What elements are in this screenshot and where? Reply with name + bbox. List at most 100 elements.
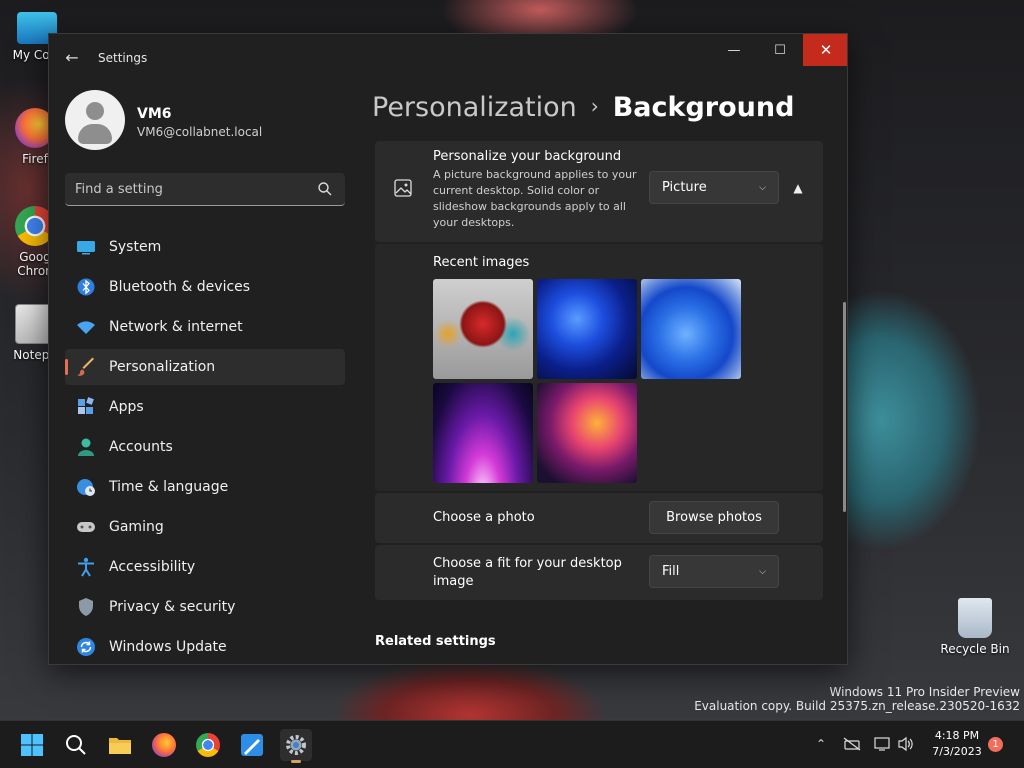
sidebar-item-accessibility[interactable]: Accessibility (65, 549, 345, 585)
background-type-dropdown[interactable]: Picture ⌵ (649, 171, 779, 204)
sidebar-item-bluetooth[interactable]: Bluetooth & devices (65, 269, 345, 305)
personalize-background-card: Personalize your background A picture ba… (375, 141, 823, 242)
recycle-bin-icon (958, 598, 992, 638)
taskbar-paint[interactable] (236, 729, 268, 761)
settings-window: ← Settings — ☐ ✕ VM6 VM6@collabnet.local… (48, 33, 848, 665)
chevron-up-icon[interactable]: ▲ (787, 177, 809, 199)
volume-icon[interactable] (897, 735, 915, 753)
file-explorer-icon (109, 738, 131, 754)
taskbar-chrome[interactable] (192, 729, 224, 761)
start-button[interactable] (16, 729, 48, 761)
recent-image-thumbnail[interactable] (537, 279, 637, 379)
title-bar[interactable]: ← Settings — ☐ ✕ (49, 34, 847, 82)
sidebar-item-personalization[interactable]: Personalization (65, 349, 345, 385)
browse-photos-button[interactable]: Browse photos (649, 501, 779, 534)
gaming-icon (76, 517, 96, 537)
firefox-icon (152, 733, 176, 757)
taskbar-clock[interactable]: 4:18 PM 7/3/2023 (922, 728, 992, 760)
recent-image-thumbnail[interactable] (433, 383, 533, 483)
sidebar-item-label: Gaming (109, 519, 164, 535)
avatar[interactable] (65, 90, 125, 150)
search-icon (66, 735, 86, 755)
sidebar-item-label: Time & language (109, 479, 229, 495)
taskbar-file-explorer[interactable] (104, 729, 136, 761)
fit-dropdown[interactable]: Fill ⌵ (649, 555, 779, 588)
user-email: VM6@collabnet.local (137, 125, 263, 139)
personalize-title: Personalize your background (433, 149, 622, 164)
clock-time: 4:18 PM (934, 729, 980, 742)
window-title: Settings (98, 51, 148, 65)
main-content: Personalization › Background Personalize y… (359, 82, 847, 664)
scrollbar-thumb[interactable] (843, 302, 846, 512)
taskbar-settings[interactable] (280, 729, 312, 763)
sidebar-item-label: Apps (109, 399, 144, 415)
desktop-icon-recycle-bin[interactable]: Recycle Bin (940, 598, 1010, 656)
dropdown-value: Picture (662, 180, 707, 195)
avatar-head (86, 102, 104, 120)
sidebar-item-label: Accounts (109, 439, 173, 455)
breadcrumb-parent[interactable]: Personalization (372, 92, 577, 123)
taskbar-firefox[interactable] (148, 729, 180, 761)
chevron-up-icon: ⌃ (815, 737, 827, 751)
choose-photo-label: Choose a photo (433, 510, 535, 525)
search-box[interactable] (65, 173, 345, 206)
apps-icon (76, 397, 96, 417)
sidebar-item-network[interactable]: Network & internet (65, 309, 345, 345)
search-input[interactable] (75, 173, 305, 205)
network-icon (76, 317, 96, 337)
os-watermark: Windows 11 Pro Insider Preview Evaluatio… (694, 685, 1020, 713)
personalization-icon (76, 357, 96, 377)
avatar-body (78, 124, 112, 144)
display-icon[interactable] (873, 735, 891, 753)
choose-fit-label: Choose a fit for your desktop image (433, 556, 622, 589)
recent-image-thumbnail[interactable] (641, 279, 741, 379)
back-arrow-icon[interactable]: ← (63, 49, 81, 67)
choose-fit-row: Choose a fit for your desktop image Fill… (375, 545, 823, 600)
choose-photo-row: Choose a photo Browse photos (375, 493, 823, 543)
sidebar-item-privacy[interactable]: Privacy & security (65, 589, 345, 625)
bluetooth-icon (76, 277, 96, 297)
minimize-button[interactable]: — (711, 34, 757, 66)
desktop-icon-label: Firef (22, 152, 48, 166)
system-icon (76, 237, 96, 257)
show-hidden-icons-button[interactable]: ⌃ (812, 735, 830, 753)
picture-icon (394, 179, 412, 197)
related-settings-heading: Related settings (375, 634, 496, 649)
breadcrumb: Personalization › Background (372, 92, 794, 123)
watermark-line: Evaluation copy. Build 25375.zn_release.… (694, 699, 1020, 713)
recent-images-card: Recent images (375, 244, 823, 491)
sidebar-item-system[interactable]: System (65, 229, 345, 265)
user-name: VM6 (137, 106, 172, 122)
paint-icon (241, 734, 263, 756)
nav-list: System Bluetooth & devices Network & int… (65, 229, 345, 664)
sidebar: VM6 VM6@collabnet.local System Bluetooth… (49, 82, 359, 664)
recent-image-thumbnail[interactable] (433, 279, 533, 379)
search-icon[interactable] (317, 181, 333, 197)
sidebar-item-accounts[interactable]: Accounts (65, 429, 345, 465)
sidebar-item-label: System (109, 239, 162, 255)
close-button[interactable]: ✕ (803, 34, 847, 66)
taskbar-search-button[interactable] (60, 729, 92, 761)
sidebar-item-label: Accessibility (109, 559, 196, 575)
sidebar-item-label: Personalization (109, 359, 216, 375)
sidebar-item-label: Windows Update (109, 639, 227, 655)
sidebar-item-time-language[interactable]: Time & language (65, 469, 345, 505)
page-title: Background (612, 92, 795, 123)
sidebar-item-label: Network & internet (109, 319, 243, 335)
clock-date: 7/3/2023 (932, 745, 982, 758)
sidebar-item-apps[interactable]: Apps (65, 389, 345, 425)
privacy-icon (76, 597, 96, 617)
accessibility-icon (76, 557, 96, 577)
sidebar-item-windows-update[interactable]: Windows Update (65, 629, 345, 664)
windows-logo-icon (21, 734, 43, 756)
watermark-line: Windows 11 Pro Insider Preview (829, 685, 1020, 699)
recent-image-thumbnail[interactable] (537, 383, 637, 483)
chrome-icon (196, 733, 220, 757)
network-status-icon[interactable] (843, 735, 861, 753)
breadcrumb-separator: › (590, 94, 599, 118)
sidebar-item-gaming[interactable]: Gaming (65, 509, 345, 545)
maximize-button[interactable]: ☐ (757, 34, 803, 66)
dropdown-value: Fill (662, 564, 680, 579)
chevron-down-icon: ⌵ (759, 566, 766, 577)
notification-badge[interactable]: 1 (988, 737, 1003, 752)
